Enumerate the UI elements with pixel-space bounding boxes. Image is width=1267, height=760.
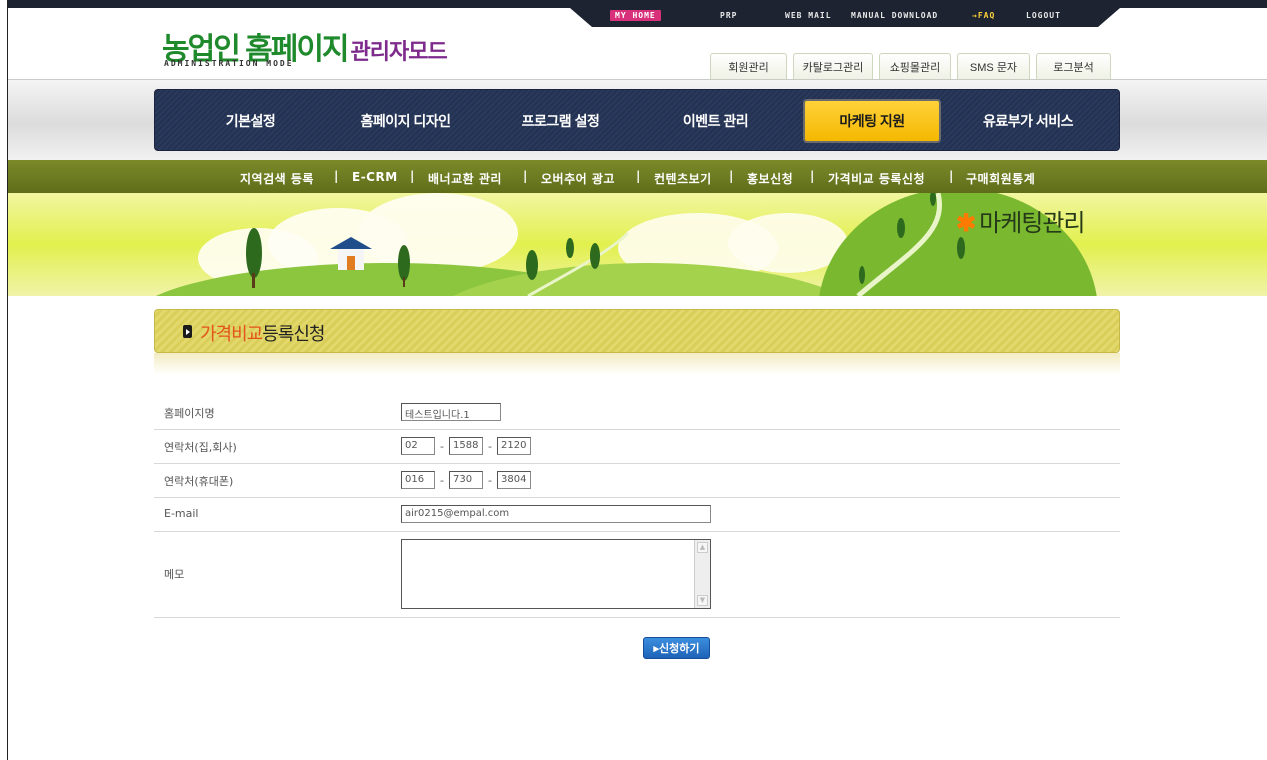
dash-separator: - bbox=[488, 474, 492, 487]
tab-sms[interactable]: SMS 문자 bbox=[957, 53, 1030, 80]
dash-separator: - bbox=[440, 474, 444, 487]
email-input[interactable]: air0215@empal.com bbox=[401, 505, 711, 523]
top-frame-bar bbox=[8, 0, 1267, 8]
section-banner: ✱ 마케팅관리 bbox=[8, 193, 1267, 296]
subnav-overture-ad[interactable]: 오버추어 광고 bbox=[541, 170, 615, 187]
banner-title-text: 마케팅관리 bbox=[979, 210, 1085, 237]
tab-log-analysis[interactable]: 로그분석 bbox=[1036, 53, 1111, 80]
banner-title: ✱ 마케팅관리 bbox=[956, 203, 1086, 238]
phone-label: 연락처(집,회사) bbox=[164, 441, 237, 454]
homepage-name-input[interactable]: 테스트입니다.1 bbox=[401, 403, 501, 421]
subnav-local-search[interactable]: 지역검색 등록 bbox=[240, 170, 314, 187]
utility-nav: MY HOME PRP WEB MAIL MANUAL DOWNLOAD →FA… bbox=[570, 8, 1120, 27]
logo-sub-text: 관리자모드 bbox=[350, 39, 448, 64]
window-frame-left bbox=[0, 0, 8, 760]
my-home-link[interactable]: MY HOME bbox=[610, 10, 661, 21]
page-title-rest: 등록신청 bbox=[262, 324, 325, 344]
tab-catalog[interactable]: 카탈로그관리 bbox=[793, 53, 873, 80]
page-title-highlight: 가격비교 bbox=[200, 324, 263, 344]
mobile-carrier-input[interactable]: 016 bbox=[401, 471, 435, 489]
page-title: 가격비교등록신청 bbox=[200, 320, 326, 346]
subnav-banner-exchange[interactable]: 배너교환 관리 bbox=[428, 170, 502, 187]
site-logo[interactable]: 농업인 홈페이지 관리자모드 ADMINISTRATION MODE bbox=[162, 24, 448, 68]
subnav-promotion-request[interactable]: 홍보신청 bbox=[747, 170, 793, 187]
memo-label: 메모 bbox=[164, 568, 185, 581]
tab-shopping[interactable]: 쇼핑몰관리 bbox=[879, 53, 951, 80]
subnav-separator: | bbox=[410, 169, 415, 183]
memo-scrollbar[interactable]: ▲ ▼ bbox=[694, 540, 710, 608]
mobile-number-input[interactable]: 3804 bbox=[497, 471, 531, 489]
nav-marketing-support[interactable]: 마케팅 지원 bbox=[803, 90, 941, 152]
tab-member[interactable]: 회원관리 bbox=[710, 53, 787, 80]
submit-application-button[interactable]: ▸신청하기 bbox=[643, 637, 710, 659]
subnav-purchase-stats[interactable]: 구매회원통계 bbox=[966, 170, 1035, 187]
dash-separator: - bbox=[440, 440, 444, 453]
logout-link[interactable]: LOGOUT bbox=[1026, 11, 1061, 20]
asterisk-icon: ✱ bbox=[956, 210, 976, 237]
subnav-separator: | bbox=[636, 169, 641, 183]
nav-event-management[interactable]: 이벤트 관리 bbox=[648, 90, 783, 152]
form-row-phone: 연락처(집,회사) 02 - 1588 - 2120 bbox=[154, 430, 1120, 464]
prp-link[interactable]: PRP bbox=[720, 11, 737, 20]
subnav-separator: | bbox=[523, 169, 528, 183]
subnav-separator: | bbox=[729, 169, 734, 183]
page-title-shadow bbox=[154, 353, 1120, 375]
logo-english-text: ADMINISTRATION MODE bbox=[164, 59, 294, 68]
nav-program-settings[interactable]: 프로그램 설정 bbox=[493, 90, 628, 152]
main-nav: 기본설정 홈페이지 디자인 프로그램 설정 이벤트 관리 마케팅 지원 유료부가… bbox=[154, 89, 1120, 151]
nav-paid-services[interactable]: 유료부가 서비스 bbox=[958, 90, 1098, 152]
form-row-homepage: 홈페이지명 테스트입니다.1 bbox=[154, 396, 1120, 430]
form-row-email: E-mail air0215@empal.com bbox=[154, 498, 1120, 532]
mobile-prefix-input[interactable]: 730 bbox=[449, 471, 483, 489]
subnav-separator: | bbox=[334, 169, 339, 183]
subnav-separator: | bbox=[810, 169, 815, 183]
manual-download-link[interactable]: MANUAL DOWNLOAD bbox=[851, 11, 938, 20]
web-mail-link[interactable]: WEB MAIL bbox=[785, 11, 832, 20]
subnav-contents-view[interactable]: 컨텐츠보기 bbox=[654, 170, 712, 187]
nav-marketing-support-label: 마케팅 지원 bbox=[803, 99, 941, 143]
mobile-label: 연락처(휴대폰) bbox=[164, 475, 234, 488]
dash-separator: - bbox=[488, 440, 492, 453]
subnav-price-comparison[interactable]: 가격비교 등록신청 bbox=[828, 170, 925, 187]
homepage-label: 홈페이지명 bbox=[164, 407, 215, 420]
sub-nav: 지역검색 등록 | E-CRM | 배너교환 관리 | 오버추어 광고 | 컨텐… bbox=[8, 160, 1267, 193]
page-title-bar: 가격비교등록신청 bbox=[154, 309, 1120, 353]
email-label: E-mail bbox=[164, 507, 199, 520]
form-row-mobile: 연락처(휴대폰) 016 - 730 - 3804 bbox=[154, 464, 1120, 498]
admin-tabs: 회원관리 카탈로그관리 쇼핑몰관리 SMS 문자 로그분석 bbox=[710, 53, 1111, 80]
phone-prefix-input[interactable]: 1588 bbox=[449, 437, 483, 455]
faq-link[interactable]: →FAQ bbox=[972, 11, 995, 20]
scroll-up-icon[interactable]: ▲ bbox=[697, 542, 708, 553]
memo-textarea[interactable]: ▲ ▼ bbox=[401, 539, 711, 609]
form-row-memo: 메모 ▲ ▼ bbox=[154, 532, 1120, 618]
registration-form: 홈페이지명 테스트입니다.1 연락처(집,회사) 02 - 1588 - 212… bbox=[154, 396, 1120, 618]
subnav-separator: | bbox=[949, 169, 954, 183]
nav-homepage-design[interactable]: 홈페이지 디자인 bbox=[338, 90, 473, 152]
scroll-down-icon[interactable]: ▼ bbox=[697, 595, 708, 606]
phone-number-input[interactable]: 2120 bbox=[497, 437, 531, 455]
nav-basic-settings[interactable]: 기본설정 bbox=[183, 90, 318, 152]
arrow-bullet-icon bbox=[183, 325, 192, 338]
phone-area-input[interactable]: 02 bbox=[401, 437, 435, 455]
subnav-ecrm[interactable]: E-CRM bbox=[352, 170, 398, 184]
